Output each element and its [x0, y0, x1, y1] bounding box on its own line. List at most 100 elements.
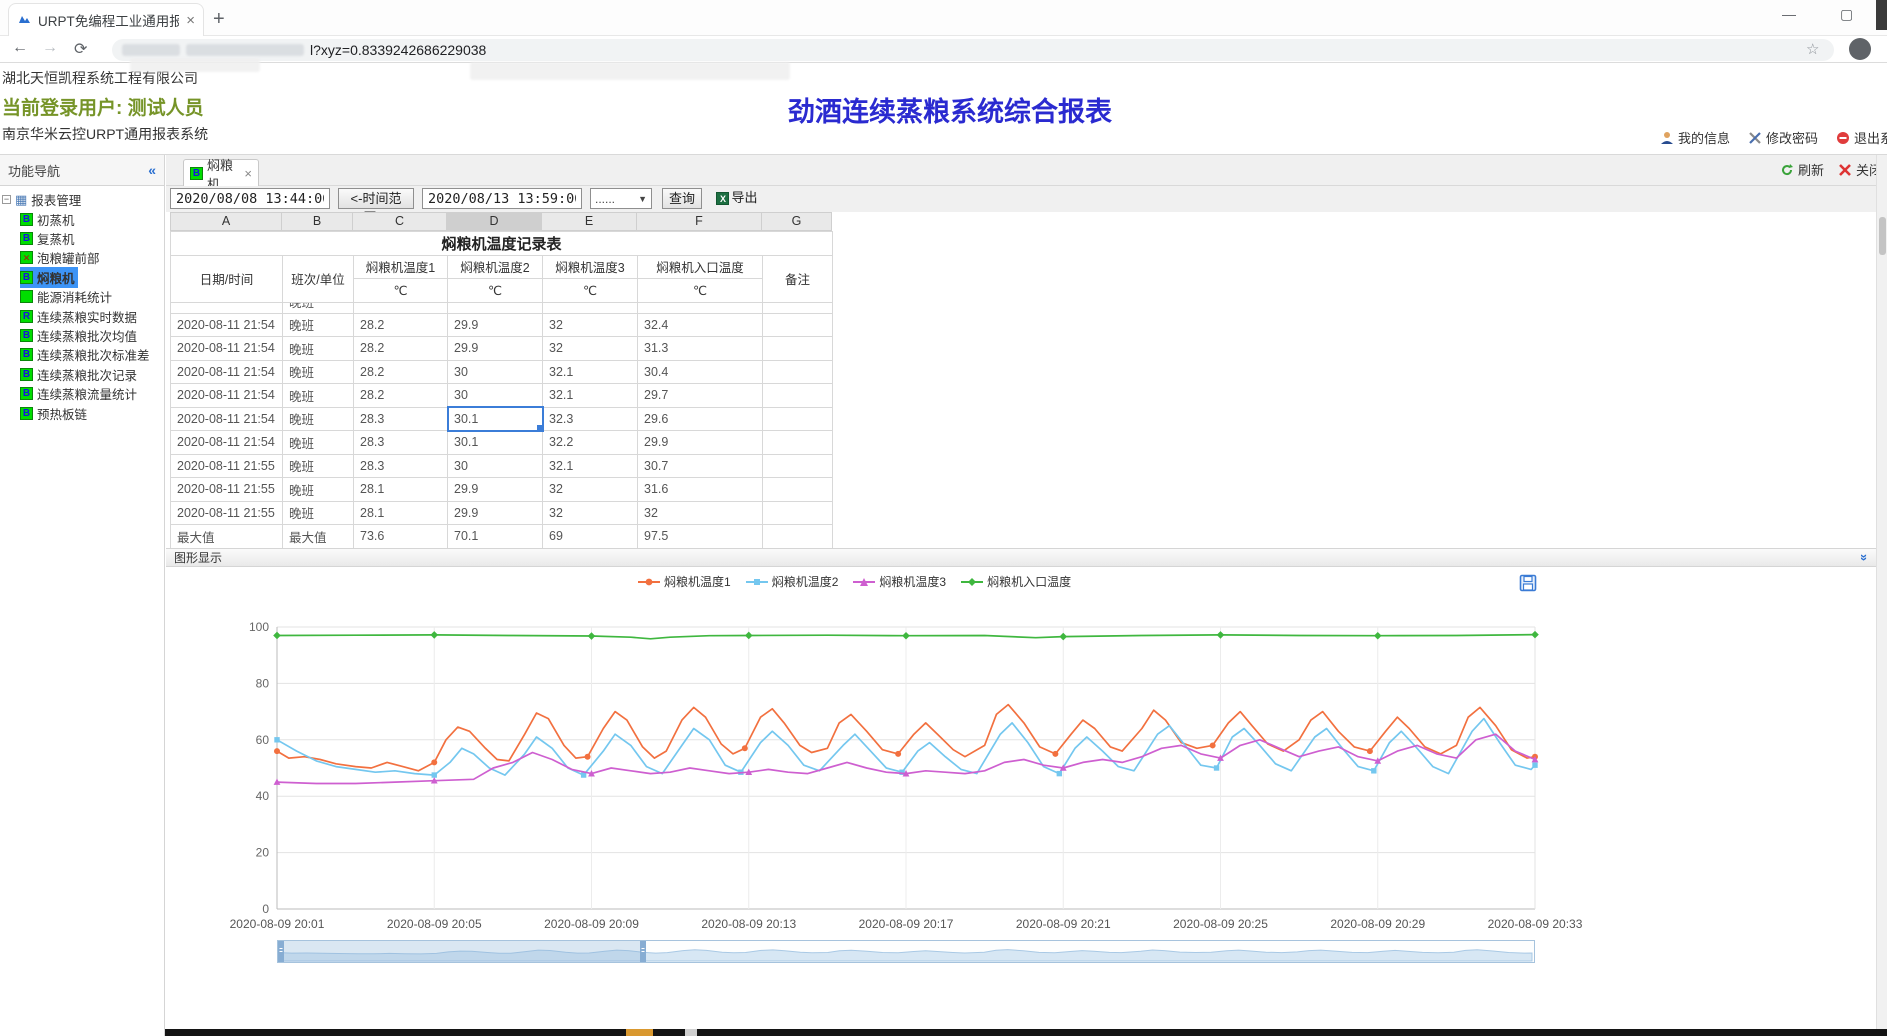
table-title-cell[interactable]: 焖粮机温度记录表 [171, 232, 833, 256]
cell[interactable]: 2020-08-11 21:55 [171, 501, 283, 525]
cell[interactable]: 2020-08-11 21:55 [171, 454, 283, 478]
cell[interactable]: 晚班 [283, 337, 354, 361]
time-range-button[interactable]: <-时间范围-> [338, 188, 414, 209]
user-link-0[interactable]: 我的信息 [1660, 128, 1730, 147]
header-series-0[interactable]: 焖粮机温度1 [354, 255, 448, 279]
query-button[interactable]: 查询 [662, 188, 702, 209]
chart-section-bar[interactable]: 图形显示 » [166, 548, 1876, 567]
user-link-1[interactable]: 修改密码 [1748, 128, 1818, 147]
header-note[interactable]: 备注 [763, 255, 833, 302]
sidebar-item-11[interactable]: B预热板链 [20, 403, 165, 422]
cell[interactable]: 28.1 [354, 501, 448, 525]
selected-cell[interactable]: 30.1 [448, 407, 543, 431]
header-series-1[interactable]: 焖粮机温度2 [448, 255, 543, 279]
legend-item-2[interactable]: 焖粮机温度3 [853, 573, 946, 590]
header-series-3[interactable]: 焖粮机入口温度 [638, 255, 763, 279]
browser-tab[interactable]: URPT免编程工业通用报表系统 × [8, 3, 204, 36]
bookmark-star-icon[interactable]: ☆ [1806, 40, 1819, 58]
cell[interactable]: 97.5 [638, 525, 763, 549]
browser-profile-avatar[interactable] [1849, 38, 1871, 60]
tree-expander-icon[interactable]: − [2, 195, 11, 204]
cell[interactable]: 32.1 [543, 454, 638, 478]
cell[interactable]: 2020-08-11 21:54 [171, 313, 283, 337]
scrollbar-thumb[interactable] [1879, 217, 1886, 255]
sidebar-item-8[interactable]: B连续蒸粮批次标准差 [20, 345, 165, 364]
cell[interactable]: 28.3 [354, 407, 448, 431]
legend-item-3[interactable]: 焖粮机入口温度 [961, 573, 1071, 590]
cell[interactable] [763, 384, 833, 408]
cell[interactable] [763, 454, 833, 478]
sidebar-item-2[interactable]: B复蒸机 [20, 229, 165, 248]
cell[interactable]: 2020-08-11 21:54 [171, 407, 283, 431]
cell[interactable]: 29.9 [448, 313, 543, 337]
sidebar-item-10[interactable]: B连续蒸粮流量统计 [20, 384, 165, 403]
sidebar-item-9[interactable]: B连续蒸粮批次记录 [20, 365, 165, 384]
header-unit[interactable]: ℃ [448, 279, 543, 303]
cell[interactable]: 晚班 [283, 313, 354, 337]
back-icon[interactable]: ← [12, 39, 28, 57]
cell[interactable]: 31.6 [638, 478, 763, 502]
cell[interactable]: 晚班 [283, 454, 354, 478]
cell[interactable]: 32 [543, 478, 638, 502]
cell[interactable] [763, 302, 833, 313]
cell[interactable]: 69 [543, 525, 638, 549]
cell[interactable]: 晚班 [283, 501, 354, 525]
end-time-input[interactable] [422, 188, 582, 209]
cell[interactable]: 28.2 [354, 384, 448, 408]
start-time-input[interactable] [170, 188, 330, 209]
cell[interactable]: 30 [448, 360, 543, 384]
datazoom-handle-right[interactable] [640, 941, 646, 962]
cell[interactable]: 晚班 [283, 384, 354, 408]
cell[interactable]: 28.2 [354, 302, 448, 313]
cell[interactable]: 28.2 [354, 337, 448, 361]
chart-save-icon[interactable] [1519, 574, 1537, 597]
cell[interactable]: 33.1 [638, 302, 763, 313]
legend-item-0[interactable]: 焖粮机温度1 [638, 573, 731, 590]
cell[interactable]: 2020-08-11 21:54 [171, 431, 283, 455]
legend-item-1[interactable]: 焖粮机温度2 [746, 573, 839, 590]
cell[interactable]: 晚班 [283, 478, 354, 502]
column-letter-F[interactable]: F [637, 212, 762, 231]
cell[interactable]: 2020-08-11 21:54 [171, 384, 283, 408]
column-letter-E[interactable]: E [542, 212, 637, 231]
window-maximize-button[interactable]: ▢ [1840, 6, 1853, 23]
cell[interactable]: 29.9 [638, 431, 763, 455]
cell[interactable]: 32 [543, 501, 638, 525]
sidebar-item-3[interactable]: ✕泡粮罐前部 [20, 248, 165, 267]
header-date[interactable]: 日期/时间 [171, 255, 283, 302]
cell[interactable] [763, 337, 833, 361]
cell[interactable]: 最大值 [171, 525, 283, 549]
header-series-2[interactable]: 焖粮机温度3 [543, 255, 638, 279]
cell[interactable]: 晚班 [283, 360, 354, 384]
forward-icon[interactable]: → [42, 39, 58, 57]
cell[interactable] [763, 360, 833, 384]
cell[interactable]: 29.7 [638, 384, 763, 408]
cell[interactable] [763, 478, 833, 502]
sidebar-collapse-icon[interactable]: « [148, 162, 156, 178]
cell[interactable]: 32 [638, 501, 763, 525]
sidebar-item-6[interactable]: R连续蒸粮实时数据 [20, 306, 165, 325]
cell[interactable] [763, 407, 833, 431]
cell[interactable]: 最大值 [283, 525, 354, 549]
sidebar-item-0[interactable]: −▦报表管理 [0, 190, 165, 209]
window-close-button[interactable] [1876, 0, 1887, 30]
tab-menliangji[interactable]: B 焖粮机 × [183, 159, 259, 187]
cell[interactable]: 28.3 [354, 454, 448, 478]
export-button[interactable]: X导出 [710, 188, 764, 209]
cell[interactable]: 32 [543, 337, 638, 361]
header-unit[interactable]: ℃ [543, 279, 638, 303]
cell[interactable]: 32.1 [543, 360, 638, 384]
cell[interactable]: 29.9 [448, 501, 543, 525]
cell[interactable]: 32.3 [543, 407, 638, 431]
sidebar-item-4[interactable]: B焖粮机 [20, 268, 165, 287]
cell[interactable] [763, 501, 833, 525]
user-link-2[interactable]: 退出系 [1836, 128, 1887, 147]
cell[interactable]: 2020-08-11 21:53 [171, 302, 283, 313]
cell[interactable]: 2020-08-11 21:55 [171, 478, 283, 502]
tab-action-0[interactable]: 刷新 [1780, 160, 1824, 179]
cell[interactable]: 晚班 [283, 407, 354, 431]
cell[interactable]: 32.1 [543, 384, 638, 408]
sidebar-item-1[interactable]: B初蒸机 [20, 209, 165, 228]
cell[interactable]: 28.1 [354, 478, 448, 502]
cell[interactable]: 晚班 [283, 302, 354, 313]
